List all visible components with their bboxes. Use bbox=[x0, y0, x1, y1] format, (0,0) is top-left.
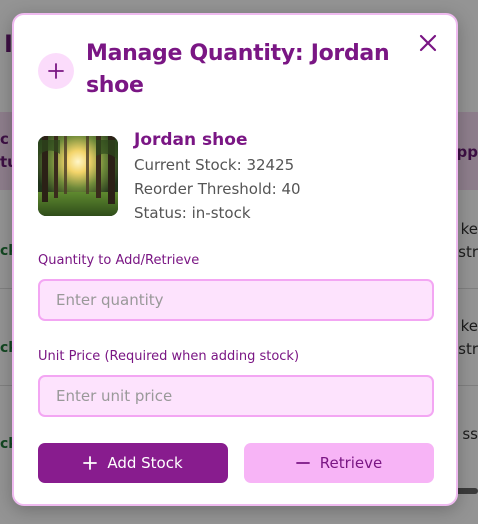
retrieve-label: Retrieve bbox=[319, 454, 383, 472]
minus-icon bbox=[295, 462, 310, 464]
quantity-input[interactable] bbox=[38, 279, 434, 321]
quantity-label: Quantity to Add/Retrieve bbox=[38, 253, 200, 268]
reorder-threshold: Reorder Threshold: 40 bbox=[134, 180, 301, 198]
unit-price-input[interactable] bbox=[38, 375, 434, 417]
add-stock-label: Add Stock bbox=[107, 454, 183, 472]
manage-quantity-modal: Manage Quantity: Jordan shoe Jordan shoe… bbox=[12, 13, 458, 506]
current-stock: Current Stock: 32425 bbox=[134, 156, 295, 174]
unit-price-label: Unit Price (Required when adding stock) bbox=[38, 349, 300, 364]
product-image bbox=[38, 136, 118, 216]
plus-icon bbox=[48, 63, 64, 79]
add-stock-button[interactable]: Add Stock bbox=[38, 443, 228, 483]
close-button[interactable] bbox=[416, 31, 440, 55]
retrieve-button[interactable]: Retrieve bbox=[244, 443, 434, 483]
header-icon-badge bbox=[38, 53, 74, 89]
modal-title: Manage Quantity: Jordan shoe bbox=[86, 41, 390, 98]
stock-status: Status: in-stock bbox=[134, 204, 251, 222]
close-icon bbox=[419, 34, 437, 52]
plus-icon bbox=[83, 456, 98, 470]
product-name: Jordan shoe bbox=[134, 130, 248, 150]
